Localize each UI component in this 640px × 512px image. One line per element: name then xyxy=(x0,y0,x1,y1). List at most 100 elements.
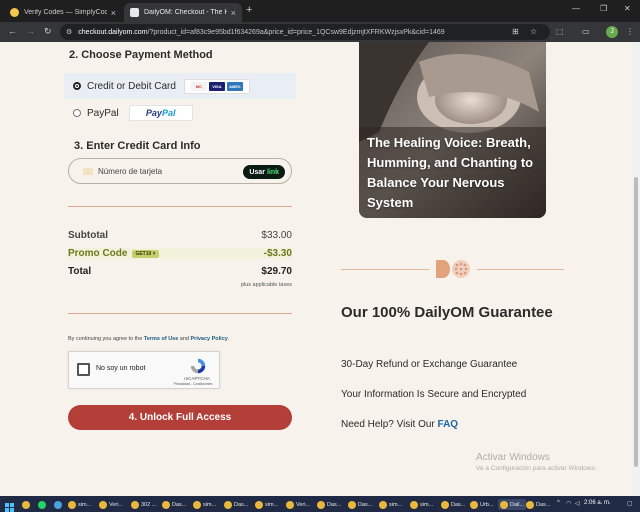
subtotal-value: $33.00 xyxy=(261,230,292,241)
paypal-option-label: PayPal xyxy=(87,107,119,119)
taskbar-item-label: sim... xyxy=(389,501,403,508)
bookmark-star-icon[interactable]: ☆ xyxy=(530,27,537,36)
taskbar-whatsapp-icon[interactable] xyxy=(38,499,48,510)
recaptcha-brand: reCAPTCHA xyxy=(184,376,210,381)
promo-code-badge[interactable]: GET10 × xyxy=(132,249,159,258)
faq-link[interactable]: FAQ xyxy=(438,419,459,430)
page-scrollbar[interactable] xyxy=(632,42,640,496)
menu-kebab-icon[interactable]: ⋮ xyxy=(626,27,634,36)
taskbar-chrome-icon[interactable] xyxy=(22,499,32,510)
taskbar-item[interactable]: sim... xyxy=(255,499,278,510)
taskbar-item[interactable]: sim... xyxy=(410,499,433,510)
taskbar-item-label: Das... xyxy=(451,501,466,508)
forward-icon[interactable]: → xyxy=(26,26,35,36)
taskbar-item[interactable]: Das... xyxy=(348,499,372,510)
promo-value: -$3.30 xyxy=(263,248,292,259)
terms-prefix: By continuing you agree to the xyxy=(68,336,144,342)
recaptcha-privacy-links[interactable]: Privacidad - Condiciones xyxy=(165,382,221,386)
card-brands-logo: MC VISA AMEX xyxy=(183,78,250,94)
extensions-icon[interactable]: ⬚ xyxy=(556,27,564,36)
taskbar-item-label: Urb... xyxy=(480,501,494,508)
taskbar-item[interactable]: Das... xyxy=(162,499,186,510)
paypal-radio[interactable] xyxy=(73,109,81,117)
taskbar-item[interactable]: Das... xyxy=(224,499,248,510)
taskbar-item[interactable]: sim... xyxy=(193,499,216,510)
recaptcha-checkbox[interactable] xyxy=(77,363,90,376)
sidepanel-icon[interactable]: ▭ xyxy=(582,27,590,36)
privacy-policy-link[interactable]: Privacy Policy xyxy=(191,336,228,342)
promo-row: Promo Code GET10 × -$3.30 xyxy=(68,248,292,259)
paypal-logo-pay: Pay xyxy=(145,108,162,118)
address-bar[interactable]: ⚙ checkout.dailyom.com /?product_id=af83… xyxy=(60,24,550,40)
mastercard-icon: MC xyxy=(190,81,207,91)
subtotal-label: Subtotal xyxy=(68,230,108,241)
terms-notice: By continuing you agree to the Terms of … xyxy=(68,336,229,342)
notifications-icon[interactable]: ▢ xyxy=(627,500,633,507)
section-divider xyxy=(68,313,292,314)
system-clock[interactable]: 2:06 a. m. xyxy=(584,500,611,506)
link-brand: link xyxy=(266,168,279,176)
taskbar-item-active[interactable]: Dail... xyxy=(498,499,527,510)
guarantee-refund: 30-Day Refund or Exchange Guarantee xyxy=(341,359,518,370)
taskbar-item-label: Veri... xyxy=(109,501,124,508)
promo-label: Promo Code xyxy=(68,248,128,259)
url-host: checkout.dailyom.com xyxy=(78,28,148,36)
guarantee-title: Our 100% DailyOM Guarantee xyxy=(341,304,553,321)
volume-icon[interactable]: ◁ xyxy=(575,500,580,507)
taskbar-item-label: sim... xyxy=(265,501,279,508)
windows-start-icon[interactable] xyxy=(5,499,14,512)
taskbar-item[interactable]: sim... xyxy=(68,499,91,510)
wifi-icon[interactable]: ◠ xyxy=(566,500,571,507)
guarantee-secure: Your Information Is Secure and Encrypted xyxy=(341,389,527,400)
taskbar-item[interactable]: Urb... xyxy=(470,499,493,510)
paypal-logo-pal: Pal xyxy=(161,108,176,118)
total-label: Total xyxy=(68,266,92,277)
scrollbar-thumb[interactable] xyxy=(634,177,638,467)
dailyom-favicon-icon xyxy=(130,8,139,17)
use-link-button[interactable]: Usar link xyxy=(243,165,285,179)
tab-verify-codes[interactable]: Verify Codes — SimplyCodes × xyxy=(4,3,122,22)
tab-dailyom-checkout[interactable]: DailyOM: Checkout - The Heali × xyxy=(124,3,242,22)
reload-icon[interactable]: ↻ xyxy=(44,26,52,37)
taskbar-item[interactable]: Veri... xyxy=(99,499,123,510)
browser-tab-bar: Verify Codes — SimplyCodes × DailyOM: Ch… xyxy=(0,0,640,22)
close-tab-icon[interactable]: × xyxy=(231,8,236,18)
card-number-placeholder: Número de tarjeta xyxy=(98,166,163,176)
taskbar-item-label: sim... xyxy=(420,501,434,508)
taskbar-item-label: Veri... xyxy=(296,501,311,508)
tab-title: Verify Codes — SimplyCodes xyxy=(24,9,107,16)
new-tab-icon[interactable]: + xyxy=(246,4,252,16)
site-info-icon[interactable]: ⚙ xyxy=(66,28,72,36)
card-number-input[interactable]: Número de tarjeta Usar link xyxy=(68,158,292,184)
payment-option-card[interactable]: Credit or Debit Card MC VISA AMEX xyxy=(64,73,296,99)
visa-icon: VISA xyxy=(208,81,225,91)
back-icon[interactable]: ← xyxy=(8,26,17,36)
paypal-logo: Pay Pal xyxy=(128,105,193,121)
taskbar-item-label: Das... xyxy=(536,501,551,508)
course-hero-image: The Healing Voice: Breath, Humming, and … xyxy=(359,42,546,218)
taskbar-item[interactable]: Veri... xyxy=(286,499,310,510)
total-row: Total $29.70 xyxy=(68,266,292,277)
payment-option-paypal[interactable]: PayPal Pay Pal xyxy=(64,100,296,126)
close-window-icon[interactable]: ✕ xyxy=(624,4,631,13)
minimize-icon[interactable]: — xyxy=(572,4,580,13)
guarantee-help: Need Help? Visit Our FAQ xyxy=(341,419,458,430)
terms-and: and xyxy=(178,336,191,342)
close-tab-icon[interactable]: × xyxy=(111,8,116,18)
taskbar-item[interactable]: sim... xyxy=(379,499,402,510)
restore-icon[interactable]: ❐ xyxy=(600,4,607,13)
subtotal-row: Subtotal $33.00 xyxy=(68,230,292,241)
taskbar-item[interactable]: 302 ... xyxy=(131,499,156,510)
taskbar-item-label: Dail... xyxy=(510,501,525,508)
course-title: The Healing Voice: Breath, Humming, and … xyxy=(367,135,534,210)
taskbar-item[interactable]: Das... xyxy=(441,499,465,510)
terms-of-use-link[interactable]: Terms of Use xyxy=(144,336,178,342)
profile-avatar[interactable]: J xyxy=(606,26,618,38)
unlock-full-access-button[interactable]: 4. Unlock Full Access xyxy=(68,405,292,430)
tray-chevron-icon[interactable]: ^ xyxy=(557,500,560,506)
taskbar-item[interactable]: Das... xyxy=(317,499,341,510)
card-radio[interactable] xyxy=(73,82,81,90)
taskbar-app-icon[interactable] xyxy=(54,499,64,510)
translate-icon[interactable]: ⊞ xyxy=(512,27,519,36)
taskbar-item[interactable]: Das... xyxy=(526,499,550,510)
